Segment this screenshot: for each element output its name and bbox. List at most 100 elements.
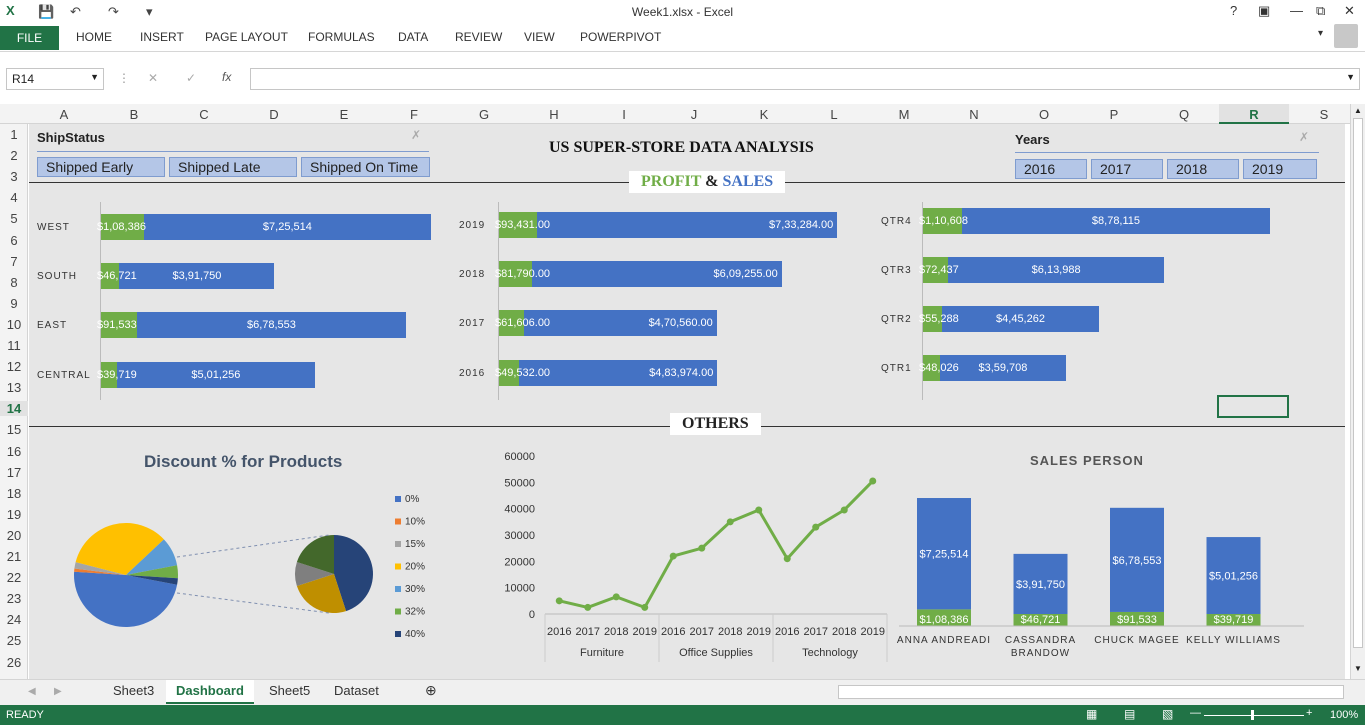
name-box-dropdown-icon[interactable]: ▼ [90,72,99,82]
row-header[interactable]: 8 [0,275,28,290]
row-header[interactable]: 4 [0,190,28,205]
row-header[interactable]: 5 [0,211,28,226]
page-layout-view-icon[interactable]: ▤ [1124,707,1135,721]
column-header[interactable]: C [169,107,239,122]
zoom-out-icon[interactable]: — [1190,707,1201,719]
next-sheet-icon[interactable]: ▶ [54,686,62,697]
column-header[interactable]: H [519,107,589,122]
row-header[interactable]: 17 [0,465,28,480]
prev-sheet-icon[interactable]: ◀ [28,686,36,697]
row-header[interactable]: 12 [0,359,28,374]
help-icon[interactable]: ? [1230,3,1237,18]
row-header[interactable]: 3 [0,169,28,184]
zoom-in-icon[interactable]: + [1306,707,1312,719]
column-header[interactable]: I [589,107,659,122]
avatar[interactable] [1334,24,1358,48]
column-header[interactable]: L [799,107,869,122]
row-header[interactable]: 1 [0,127,28,142]
slicer-shipped-early[interactable]: Shipped Early [37,157,165,177]
row-header[interactable]: 16 [0,444,28,459]
horizontal-scrollbar[interactable] [838,685,1344,699]
row-header[interactable]: 21 [0,549,28,564]
enter-icon[interactable]: ✓ [186,71,196,85]
years-clear-filter-icon[interactable]: ✗ [1299,130,1309,144]
scroll-up-icon[interactable]: ▲ [1354,106,1362,115]
row-header[interactable]: 18 [0,486,28,501]
sheet-tab-sheet3[interactable]: Sheet3 [113,683,154,698]
expand-formula-icon[interactable]: ▼ [1346,72,1355,82]
zoom-slider-thumb[interactable] [1251,710,1254,720]
tab-review[interactable]: REVIEW [455,30,502,44]
restore-icon[interactable]: ⧉ [1316,3,1325,19]
column-header[interactable]: B [99,107,169,122]
column-header[interactable]: S [1289,107,1359,122]
slicer-shipped-late[interactable]: Shipped Late [169,157,297,177]
column-header[interactable]: Q [1149,107,1219,122]
vertical-scrollbar[interactable]: ▲ ▼ [1350,104,1365,679]
row-header[interactable]: 19 [0,507,28,522]
ribbon-display-icon[interactable]: ▣ [1258,3,1270,19]
selected-cell-r14[interactable] [1217,395,1289,418]
cancel-icon[interactable]: ✕ [148,71,158,85]
tab-formulas[interactable]: FORMULAS [308,30,375,44]
row-header[interactable]: 13 [0,380,28,395]
slicer-shipped-on-time[interactable]: Shipped On Time [301,157,430,177]
clear-filter-icon[interactable]: ✗ [411,128,421,142]
close-icon[interactable]: ✕ [1344,3,1355,19]
normal-view-icon[interactable]: ▦ [1086,707,1097,721]
slicer-year-2018[interactable]: 2018 [1167,159,1239,179]
row-header[interactable]: 24 [0,612,28,627]
tab-view[interactable]: VIEW [524,30,555,44]
slicer-year-2016[interactable]: 2016 [1015,159,1087,179]
column-header[interactable]: P [1079,107,1149,122]
name-box[interactable]: R14 ▼ [6,68,104,90]
tab-file[interactable]: FILE [0,26,59,50]
column-header[interactable]: E [309,107,379,122]
sheet-tab-sheet5[interactable]: Sheet5 [269,683,310,698]
scroll-thumb[interactable] [1353,118,1363,648]
sheet-tab-dataset[interactable]: Dataset [334,683,379,698]
add-sheet-icon[interactable]: ⊕ [425,682,437,699]
column-header[interactable]: J [659,107,729,122]
row-header[interactable]: 2 [0,148,28,163]
row-header[interactable]: 20 [0,528,28,543]
column-header[interactable]: F [379,107,449,122]
column-header[interactable]: R [1219,104,1289,124]
column-header[interactable]: M [869,107,939,122]
formula-input[interactable]: ▼ [250,68,1360,90]
tab-data[interactable]: DATA [398,30,428,44]
column-header[interactable]: D [239,107,309,122]
sales-data-label: $6,78,553 [246,319,296,331]
scroll-down-icon[interactable]: ▼ [1354,664,1362,673]
row-header[interactable]: 9 [0,296,28,311]
insert-function-icon[interactable]: fx [222,70,231,84]
row-header[interactable]: 7 [0,254,28,269]
tab-insert[interactable]: INSERT [140,30,184,44]
account-dropdown-icon[interactable]: ▾ [1318,28,1323,39]
row-header[interactable]: 23 [0,591,28,606]
column-header[interactable]: K [729,107,799,122]
row-header[interactable]: 6 [0,233,28,248]
row-header[interactable]: 11 [0,338,28,353]
minimize-icon[interactable]: — [1290,3,1303,18]
column-header[interactable]: O [1009,107,1079,122]
column-header[interactable]: G [449,107,519,122]
x-group-label: Furniture [580,647,624,659]
slicer-year-2017[interactable]: 2017 [1091,159,1163,179]
row-header[interactable]: 25 [0,633,28,648]
slicer-year-2019[interactable]: 2019 [1243,159,1317,179]
column-header[interactable]: N [939,107,1009,122]
page-break-view-icon[interactable]: ▧ [1162,707,1173,721]
sheet-tab-dashboard[interactable]: Dashboard [166,680,254,704]
tab-page-layout[interactable]: PAGE LAYOUT [205,30,288,44]
row-header[interactable]: 14 [0,401,28,417]
row-header[interactable]: 10 [0,317,28,332]
dashboard-sheet[interactable]: ShipStatus ✗ Shipped Early Shipped Late … [29,124,1345,679]
column-header[interactable]: A [29,107,99,122]
zoom-slider[interactable] [1204,715,1304,716]
row-header[interactable]: 26 [0,655,28,670]
tab-home[interactable]: HOME [76,30,112,44]
row-header[interactable]: 22 [0,570,28,585]
row-header[interactable]: 15 [0,422,28,437]
tab-powerpivot[interactable]: POWERPIVOT [580,30,661,44]
